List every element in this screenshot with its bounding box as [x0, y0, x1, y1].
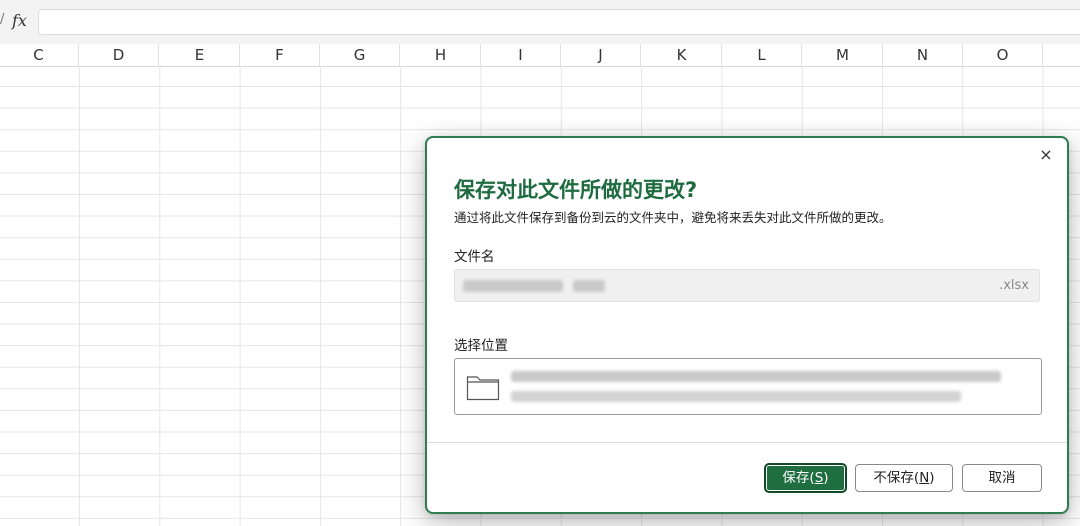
save-button-accesskey: S [814, 470, 824, 486]
save-changes-dialog: × 保存对此文件所做的更改? 通过将此文件保存到备份到云的文件夹中，避免将来丢失… [425, 136, 1069, 514]
column-header-h[interactable]: H [401, 44, 481, 66]
close-button[interactable]: × [1035, 144, 1057, 166]
redacted-location-line-2 [511, 391, 961, 402]
column-header-f[interactable]: F [240, 44, 320, 66]
redacted-filename [463, 280, 563, 292]
dialog-description: 通过将此文件保存到备份到云的文件夹中，避免将来丢失对此文件所做的更改。 [454, 210, 892, 225]
column-header-j[interactable]: J [561, 44, 641, 66]
column-header-g[interactable]: G [320, 44, 400, 66]
file-extension: .xlsx [999, 278, 1029, 293]
formula-bar: / fx [0, 0, 1080, 45]
column-header-o[interactable]: O [963, 44, 1043, 66]
column-header-k[interactable]: K [642, 44, 722, 66]
footer-divider [427, 442, 1067, 443]
column-header-i[interactable]: I [481, 44, 561, 66]
save-button-label-end: ) [823, 470, 829, 486]
column-header-row: C D E F G H I J K L M N O [0, 44, 1080, 67]
column-header-m[interactable]: M [803, 44, 883, 66]
close-icon: × [1039, 145, 1053, 164]
folder-icon [466, 376, 500, 401]
save-button-label: 保存( [782, 470, 815, 486]
column-header-c[interactable]: C [0, 44, 79, 66]
cancel-button[interactable]: 取消 [962, 464, 1042, 492]
formula-bar-separator: / [0, 12, 5, 27]
filename-label: 文件名 [454, 249, 495, 265]
location-label: 选择位置 [454, 338, 508, 354]
column-header-l[interactable]: L [722, 44, 802, 66]
dont-save-button[interactable]: 不保存(N) [855, 464, 953, 492]
dont-save-button-label: 不保存( [873, 470, 920, 486]
redacted-location-line-1 [511, 371, 1001, 382]
column-header-n[interactable]: N [883, 44, 963, 66]
fx-icon[interactable]: fx [12, 11, 27, 30]
column-header-e[interactable]: E [160, 44, 240, 66]
column-header-d[interactable]: D [79, 44, 159, 66]
location-selector[interactable] [454, 358, 1042, 415]
filename-input[interactable]: .xlsx [454, 269, 1040, 302]
redacted-filename-part [573, 280, 605, 292]
save-button[interactable]: 保存(S) [765, 464, 846, 492]
formula-input[interactable] [38, 9, 1080, 35]
dialog-title: 保存对此文件所做的更改? [454, 178, 698, 202]
dont-save-button-accesskey: N [919, 470, 930, 486]
dont-save-button-label-end: ) [929, 470, 935, 486]
